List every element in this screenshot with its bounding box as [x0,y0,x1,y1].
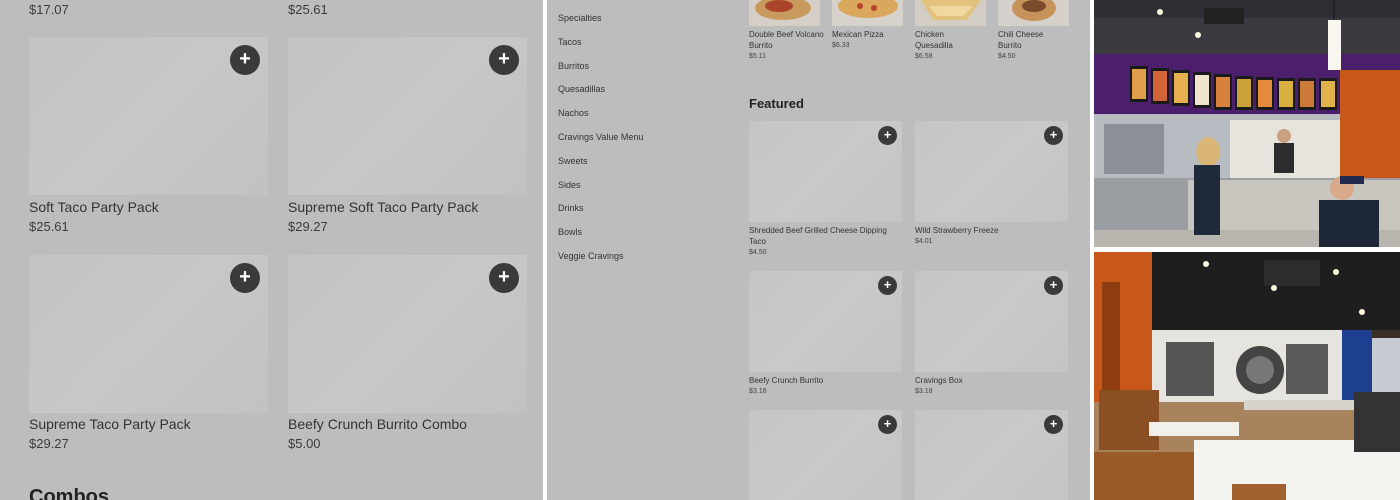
item-price: $6.33 [832,42,850,49]
item-name[interactable]: Beefy Crunch Burrito Combo [288,416,467,432]
item-name[interactable]: Beefy Crunch Burrito [749,375,889,386]
featured-heading: Featured [749,96,804,111]
add-item-button[interactable]: + [878,276,897,295]
nav-item-quesadillas[interactable]: Quesadillas [558,84,605,94]
item-price: $4.01 [915,238,933,245]
add-item-button[interactable]: + [1044,126,1063,145]
item-price: $5.00 [288,436,321,451]
item-name[interactable]: Mexican Pizza [832,29,910,40]
quesadilla-image [915,0,986,26]
item-price: $29.27 [29,436,69,451]
add-item-button[interactable]: + [489,45,519,75]
nav-item-specialties[interactable]: Specialties [558,13,602,23]
restaurant-counter-photo [1094,0,1400,247]
item-name[interactable]: Cravings Box [915,375,1055,386]
add-item-button[interactable]: + [1044,276,1063,295]
item-price: $17.07 [29,2,69,17]
item-price: $5.11 [749,53,766,60]
add-item-button[interactable]: + [230,45,260,75]
item-name[interactable]: Supreme Soft Taco Party Pack [288,199,478,215]
item-price: $4.50 [749,249,767,256]
nav-item-tacos[interactable]: Tacos [558,37,582,47]
restaurant-dining-photo [1094,252,1400,500]
item-name[interactable]: Chicken Quesadilla [915,29,977,51]
item-price: $29.27 [288,219,328,234]
item-price: $4.50 [998,53,1016,60]
item-name[interactable]: Wild Strawberry Freeze [915,225,1055,236]
item-name[interactable]: Double Beef Volcano Burrito [749,29,827,51]
item-price: $25.61 [29,219,69,234]
item-name[interactable]: Soft Taco Party Pack [29,199,159,215]
add-item-button[interactable]: + [878,126,897,145]
food-thumbnail[interactable] [998,0,1069,26]
menu-category-panel: Specialties Tacos Burritos Quesadillas N… [547,0,1090,500]
menu-grid-panel: $17.07 $25.61 + + Soft Taco Party Pack $… [0,0,543,500]
nav-item-burritos[interactable]: Burritos [558,61,589,71]
add-item-button[interactable]: + [230,263,260,293]
item-price: $6.58 [915,53,933,60]
food-thumbnail[interactable] [915,0,986,26]
item-name[interactable]: Shredded Beef Grilled Cheese Dipping Tac… [749,225,889,247]
burrito-image [749,0,820,26]
item-price: $25.61 [288,2,328,17]
item-price: $3.16 [749,388,767,395]
item-name[interactable]: Supreme Taco Party Pack [29,416,191,432]
burrito-image [998,0,1069,26]
nav-item-bowls[interactable]: Bowls [558,227,582,237]
item-name[interactable]: Chili Cheese Burrito [998,29,1060,51]
nav-item-sides[interactable]: Sides [558,180,581,190]
add-item-button[interactable]: + [1044,415,1063,434]
nav-item-cravings-value-menu[interactable]: Cravings Value Menu [558,132,643,142]
nav-item-nachos[interactable]: Nachos [558,108,589,118]
restaurant-photos-panel [1094,0,1400,500]
item-price: $3.18 [915,388,933,395]
add-item-button[interactable]: + [489,263,519,293]
section-heading: Combos [29,486,109,500]
pizza-image [832,0,903,26]
nav-item-sweets[interactable]: Sweets [558,156,588,166]
add-item-button[interactable]: + [878,415,897,434]
food-thumbnail[interactable] [749,0,820,26]
nav-item-veggie-cravings[interactable]: Veggie Cravings [558,251,624,261]
food-thumbnail[interactable] [832,0,903,26]
nav-item-drinks[interactable]: Drinks [558,203,584,213]
